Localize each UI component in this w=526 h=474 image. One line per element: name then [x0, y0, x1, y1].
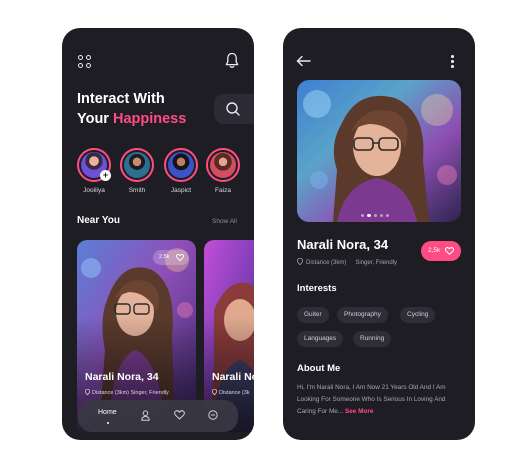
bottom-nav: Home	[78, 400, 238, 432]
like-button[interactable]: 2,5k	[153, 250, 189, 265]
nav-active-dot	[107, 422, 109, 424]
interest-chip[interactable]: Cycling	[400, 307, 436, 323]
story-smith[interactable]: Smith	[120, 148, 154, 194]
about-text: Hi, I'm Narali Nora, I Am Now 21 Years O…	[297, 382, 465, 418]
interest-chip[interactable]: Photography	[337, 307, 388, 323]
card-name: Narali No	[212, 371, 254, 383]
interest-chip[interactable]: Guiter	[297, 307, 329, 323]
location-pin-icon	[296, 257, 304, 266]
headline-line-2: Your Happiness	[77, 109, 186, 129]
more-vertical-icon[interactable]	[451, 55, 454, 70]
see-more-link[interactable]: See More	[345, 408, 373, 415]
avatar	[124, 152, 150, 178]
profile-tags: Singer, Friendly	[355, 260, 398, 266]
about-title: About Me	[297, 363, 341, 374]
search-icon	[226, 102, 240, 116]
carousel-dot[interactable]	[374, 214, 377, 217]
headline-accent: Happiness	[112, 111, 187, 127]
story-faiza[interactable]: Faiza	[206, 148, 240, 194]
card-name: Narali Nora, 34	[85, 371, 159, 383]
profile-hero-photo	[297, 80, 461, 222]
story-name: Faiza	[215, 187, 231, 194]
heart-icon	[445, 247, 454, 255]
bell-icon[interactable]	[225, 52, 239, 69]
heart-icon	[176, 254, 184, 261]
card-meta-text: Distance (3km) Singer, Friendly	[92, 390, 169, 396]
interest-chip[interactable]: Languages	[297, 331, 344, 347]
profile-meta: Distance (3km) Singer, Friendly	[296, 257, 398, 266]
carousel-dots[interactable]	[361, 204, 392, 222]
profile-screen: Narali Nora, 34 Distance (3km) Singer, Fr…	[283, 28, 475, 440]
nav-home[interactable]: Home	[98, 409, 117, 416]
add-story-icon[interactable]: +	[100, 170, 111, 181]
carousel-dot[interactable]	[380, 214, 383, 217]
interests-title: Interests	[297, 283, 337, 294]
story-jaspict[interactable]: Jaspict	[164, 148, 198, 194]
story-jooiliya[interactable]: + Jooiliya	[77, 148, 111, 194]
avatar	[168, 152, 194, 178]
headline-line-1: Interact With	[77, 91, 165, 107]
carousel-dot[interactable]	[361, 214, 364, 217]
chat-icon[interactable]	[208, 410, 218, 420]
search-button[interactable]	[214, 94, 254, 124]
headline: Interact With Your Happiness	[77, 89, 186, 129]
grid-icon[interactable]	[78, 55, 91, 68]
story-ring	[164, 148, 198, 182]
location-pin-icon	[211, 388, 218, 396]
story-name: Smith	[128, 187, 146, 194]
like-count: 2,5k	[428, 247, 441, 254]
user-icon[interactable]	[141, 410, 150, 421]
carousel-dot-active[interactable]	[367, 214, 371, 217]
location-pin-icon	[84, 388, 91, 396]
story-ring	[206, 148, 240, 182]
profile-name: Narali Nora, 34	[297, 237, 389, 252]
screenshot-stage: Interact With Your Happiness + Jooiliya …	[0, 0, 526, 474]
card-meta: Distance (3km) Singer, Friendly	[84, 388, 169, 396]
show-all-link[interactable]: Show All	[212, 218, 237, 225]
story-ring	[120, 148, 154, 182]
interest-chip[interactable]: Running	[353, 331, 392, 347]
home-screen: Interact With Your Happiness + Jooiliya …	[62, 28, 254, 440]
headline-prefix: Your	[77, 111, 113, 127]
card-meta: Distance (3k	[211, 388, 250, 396]
profile-distance: Distance (3km)	[306, 260, 347, 266]
card-meta-text: Distance (3k	[219, 390, 250, 396]
profile-photo	[297, 80, 461, 222]
avatar	[210, 152, 236, 178]
carousel-dot[interactable]	[386, 214, 389, 217]
like-button[interactable]: 2,5k	[421, 241, 461, 261]
back-arrow-icon[interactable]	[296, 55, 311, 67]
near-you-title: Near You	[77, 215, 120, 226]
heart-icon[interactable]	[174, 410, 185, 420]
like-count: 2,5k	[159, 254, 170, 260]
